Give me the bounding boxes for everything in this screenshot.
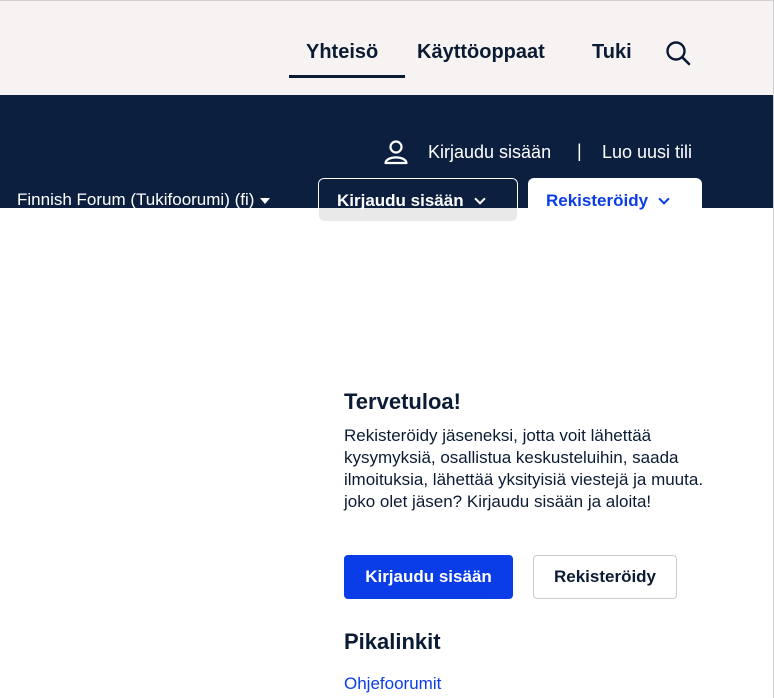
header-login-link[interactable]: Kirjaudu sisään	[428, 142, 551, 163]
register-dropdown-button[interactable]: Rekisteröidy	[528, 178, 702, 222]
active-nav-indicator	[289, 75, 405, 78]
caret-down-icon	[260, 197, 271, 204]
welcome-text: Rekisteröidy jäseneksi, jotta voit lähet…	[344, 426, 704, 511]
nav-item-yhteiso[interactable]: Yhteisö	[306, 41, 378, 64]
register-button[interactable]: Rekisteröidy	[533, 555, 677, 599]
welcome-panel: Tervetuloa! Rekisteröidy jäseneksi, jott…	[344, 389, 714, 513]
forum-title-label: Finnish Forum (Tukifoorumi) (fi)	[17, 190, 255, 209]
login-dropdown-button[interactable]: Kirjaudu sisään	[318, 178, 518, 222]
top-navigation: Yhteisö Käyttöoppaat Tuki	[0, 0, 774, 96]
register-dropdown-label: Rekisteröidy	[546, 191, 649, 210]
welcome-title: Tervetuloa!	[344, 389, 461, 414]
nav-item-tuki[interactable]: Tuki	[592, 41, 632, 64]
quicklinks-title: Pikalinkit	[344, 629, 441, 654]
header-register-link[interactable]: Luo uusi tili	[602, 142, 692, 163]
chevron-down-icon	[473, 193, 486, 205]
user-icon	[384, 140, 408, 165]
header-separator: |	[577, 141, 582, 161]
quicklink-ohjefoorumit[interactable]: Ohjefoorumit	[344, 674, 441, 694]
forum-selector[interactable]: Finnish Forum (Tukifoorumi) (fi)	[17, 190, 271, 210]
login-button[interactable]: Kirjaudu sisään	[344, 555, 513, 599]
search-icon[interactable]	[664, 39, 692, 67]
login-dropdown-label: Kirjaudu sisään	[337, 191, 464, 210]
nav-item-kayttooppaat[interactable]: Käyttöoppaat	[417, 41, 545, 64]
chevron-down-icon	[658, 193, 670, 205]
